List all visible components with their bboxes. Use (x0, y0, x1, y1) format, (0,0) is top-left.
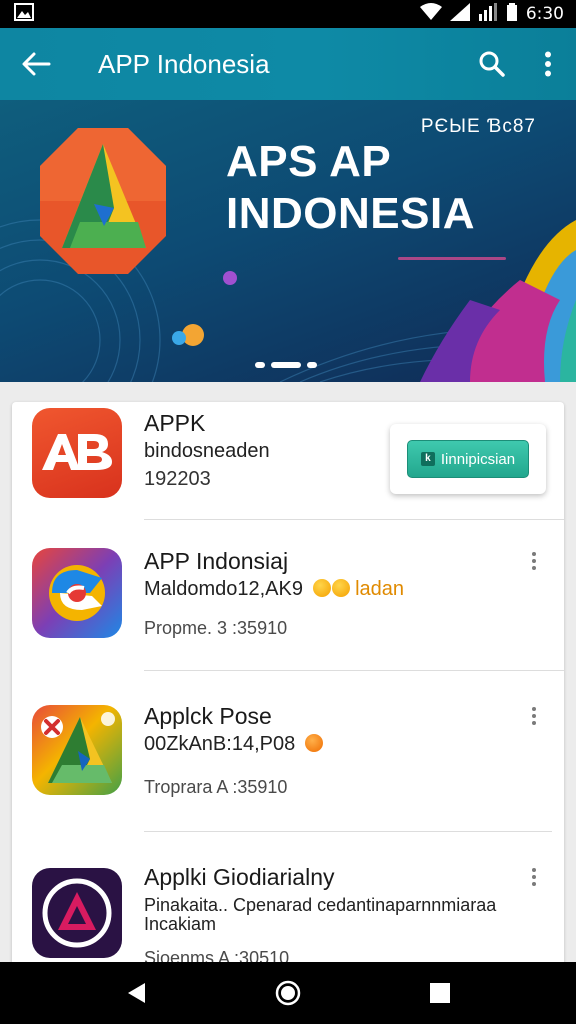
recents-square-icon (430, 983, 450, 1003)
carousel-indicator (255, 362, 317, 368)
app-description: Maldomdo12,AK9 ladan (144, 578, 404, 601)
app-meta: 192203 (144, 468, 211, 490)
carousel-dot[interactable] (255, 362, 265, 368)
swirl-app-icon (32, 548, 122, 638)
banner-logo-icon (38, 126, 168, 281)
carousel-dot-active[interactable] (271, 362, 301, 368)
system-nav-bar (0, 962, 576, 1024)
search-button[interactable] (464, 28, 520, 100)
signal-icon (449, 2, 470, 26)
install-button-label: Iinnipicsian (440, 450, 516, 468)
app-description-text: Maldomdo12,AK9 (144, 578, 303, 600)
app-name: APPK (144, 410, 206, 436)
nav-recents-button[interactable] (410, 962, 470, 1024)
app-description-extra: ladan (355, 578, 405, 600)
status-time: 6:30 (525, 4, 564, 24)
app-name: APP Indonsiaj (144, 548, 289, 574)
more-vert-icon (545, 51, 551, 77)
promo-banner[interactable]: PЄЫЕ Ɓc87 APS AP INDONESIA (0, 100, 576, 382)
app-description: 00ZkAnB:14,P08 (144, 733, 323, 756)
list-item[interactable]: Applki Giodiarialny Pinakaita.. Cpenarad… (12, 832, 564, 982)
battery-icon (506, 2, 518, 26)
nav-back-button[interactable] (106, 962, 166, 1024)
install-button[interactable]: k Iinnipicsian (407, 440, 529, 478)
app-description: Pinakaita.. Cpenarad cedantinaparnnmiara… (144, 895, 497, 934)
banner-title: APS AP INDONESIA (226, 136, 475, 240)
list-item[interactable]: APPK bindosneaden 192203 k Iinnipicsian (12, 402, 564, 519)
install-popup: k Iinnipicsian (390, 424, 546, 494)
list-item[interactable]: Applck Pose 00ZkAnB:14,P08 Troprara A :3… (12, 671, 564, 831)
banner-code: PЄЫЕ Ɓc87 (420, 116, 536, 137)
data-signal-icon (478, 2, 498, 26)
gallery-notification-icon (14, 2, 34, 26)
search-icon (479, 51, 505, 77)
circle-a-app-icon (32, 868, 122, 958)
item-more-button[interactable] (522, 699, 546, 733)
arrow-left-icon (22, 52, 51, 76)
item-more-button[interactable] (522, 860, 546, 894)
app-list: APPK bindosneaden 192203 k Iinnipicsian (12, 402, 564, 982)
back-triangle-icon (128, 983, 145, 1003)
overflow-menu-button[interactable] (520, 28, 576, 100)
app-meta: Propme. 3 :35910 (144, 618, 288, 638)
status-bar: 6:30 (0, 0, 576, 28)
page-title: APP Indonesia (98, 48, 270, 79)
app-description: bindosneaden (144, 440, 270, 462)
item-more-button[interactable] (522, 544, 546, 578)
emoji-icon (312, 579, 331, 597)
status-indicators: 6:30 (419, 2, 564, 26)
nav-home-button[interactable] (258, 962, 318, 1024)
banner-title-line2: INDONESIA (226, 189, 475, 238)
list-item[interactable]: APP Indonsiaj Maldomdo12,AK9 ladan Propm… (12, 520, 564, 670)
banner-title-line1: APS AP (226, 137, 392, 186)
app-description-text: 00ZkAnB:14,P08 (144, 733, 296, 755)
emoji-icon (304, 734, 323, 752)
screen: 6:30 APP Indonesia PЄЫЕ Ɓc87 APS AP INDO… (0, 0, 576, 1024)
ab-logo-icon (32, 408, 122, 498)
home-circle-icon (275, 980, 301, 1006)
emoji-icon (331, 579, 350, 597)
app-name: Applki Giodiarialny (144, 864, 335, 890)
triangle-app-icon (32, 705, 122, 795)
install-glyph-icon: k (420, 452, 435, 466)
back-button[interactable] (0, 28, 72, 100)
app-bar: APP Indonesia (0, 28, 576, 100)
app-meta: Troprara A :35910 (144, 777, 288, 797)
wifi-icon (419, 2, 442, 26)
app-name: Applck Pose (144, 703, 272, 729)
carousel-dot[interactable] (307, 362, 317, 368)
